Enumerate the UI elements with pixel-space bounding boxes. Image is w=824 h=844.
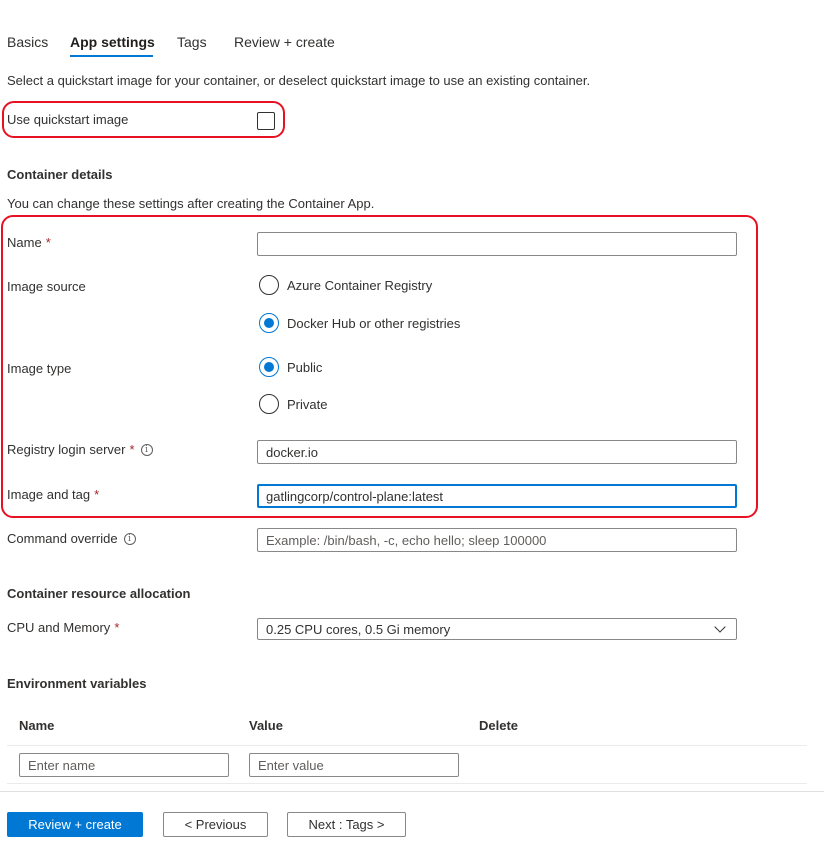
- name-label: Name *: [7, 235, 51, 250]
- radio-private[interactable]: Private: [259, 394, 327, 414]
- column-header-value: Value: [249, 718, 283, 733]
- active-tab-indicator: [70, 55, 153, 57]
- tab-app-settings[interactable]: App settings: [70, 34, 155, 50]
- image-type-label: Image type: [7, 361, 72, 376]
- image-and-tag-label: Image and tag *: [7, 487, 100, 502]
- previous-button[interactable]: < Previous: [163, 812, 268, 837]
- tab-basics[interactable]: Basics: [7, 34, 48, 50]
- review-create-button[interactable]: Review + create: [7, 812, 143, 837]
- name-input[interactable]: [257, 232, 737, 256]
- container-details-heading: Container details: [7, 167, 113, 182]
- intro-text: Select a quickstart image for your conta…: [7, 73, 591, 88]
- env-name-input[interactable]: [19, 753, 229, 777]
- column-header-name: Name: [19, 718, 55, 733]
- quickstart-checkbox[interactable]: [257, 112, 275, 130]
- container-details-description: You can change these settings after crea…: [7, 196, 375, 211]
- cpu-memory-label: CPU and Memory *: [7, 620, 120, 635]
- command-override-input[interactable]: [257, 528, 737, 552]
- cpu-memory-dropdown[interactable]: 0.25 CPU cores, 0.5 Gi memory: [257, 618, 737, 640]
- resource-allocation-heading: Container resource allocation: [7, 586, 191, 601]
- footer-divider: [0, 791, 824, 792]
- radio-docker-hub[interactable]: Docker Hub or other registries: [259, 313, 460, 333]
- radio-public[interactable]: Public: [259, 357, 322, 377]
- radio-button[interactable]: [259, 394, 279, 414]
- registry-login-server-label: Registry login server * i: [7, 442, 153, 457]
- chevron-down-icon: [714, 621, 726, 633]
- environment-variables-heading: Environment variables: [7, 676, 147, 691]
- radio-button-selected[interactable]: [259, 357, 279, 377]
- next-tags-button[interactable]: Next : Tags >: [287, 812, 406, 837]
- column-header-delete: Delete: [479, 718, 519, 733]
- command-override-label: Command override i: [7, 531, 136, 546]
- quickstart-label: Use quickstart image: [7, 112, 129, 127]
- table-row-divider: [7, 783, 807, 784]
- radio-azure-container-registry[interactable]: Azure Container Registry: [259, 275, 432, 295]
- tab-review-create[interactable]: Review + create: [234, 34, 335, 50]
- radio-button-selected[interactable]: [259, 313, 279, 333]
- registry-login-server-input[interactable]: [257, 440, 737, 464]
- info-icon[interactable]: i: [123, 532, 136, 545]
- table-header-divider: [7, 745, 807, 746]
- image-and-tag-input[interactable]: [257, 484, 737, 508]
- env-value-input[interactable]: [249, 753, 459, 777]
- radio-button[interactable]: [259, 275, 279, 295]
- image-source-label: Image source: [7, 279, 86, 294]
- tab-tags[interactable]: Tags: [177, 34, 207, 50]
- info-icon[interactable]: i: [140, 443, 153, 456]
- container-details-highlight: [1, 215, 758, 518]
